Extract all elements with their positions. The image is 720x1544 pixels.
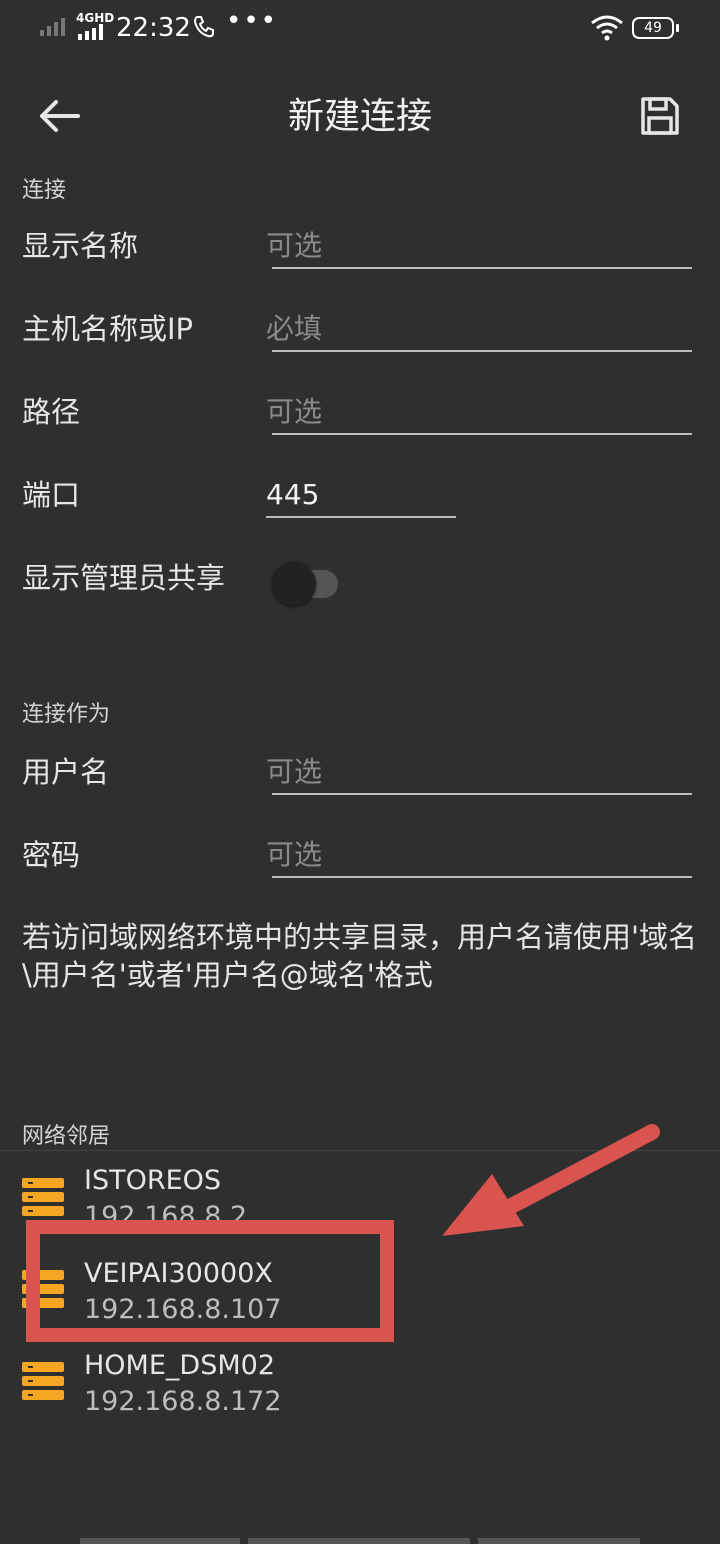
save-icon[interactable] <box>640 96 680 136</box>
nav-bar-segment <box>80 1538 240 1544</box>
server-name: ISTOREOS <box>84 1165 222 1196</box>
server-ip: 192.168.8.172 <box>84 1386 282 1417</box>
display-name-input[interactable]: 可选 <box>266 226 322 266</box>
username-label: 用户名 <box>22 755 110 789</box>
server-name: HOME_DSM02 <box>84 1350 275 1381</box>
host-label: 主机名称或IP <box>22 312 194 346</box>
call-icon <box>193 16 214 38</box>
section-network-neighbors: 网络邻居 <box>22 1124 111 1149</box>
username-underline <box>272 793 692 795</box>
username-format-hint: 若访问域网络环境中的共享目录，用户名请使用'域名\用户名'或者'用户名@域名'格… <box>22 920 697 992</box>
signal-strength-icon <box>40 18 65 36</box>
host-underline <box>272 350 692 352</box>
password-underline <box>272 876 692 878</box>
display-name-underline <box>272 267 692 269</box>
highlight-box-annotation <box>26 1220 394 1342</box>
network-type-label: 4GHD <box>76 11 115 25</box>
battery-icon: 49 <box>632 17 674 39</box>
list-item-home-dsm02[interactable]: HOME_DSM02 192.168.8.172 <box>0 1346 720 1426</box>
server-icon <box>22 1362 64 1400</box>
more-notifications-icon: ••• <box>226 6 279 36</box>
annotation-arrow-icon <box>442 1124 660 1236</box>
path-input[interactable]: 可选 <box>266 392 322 432</box>
path-underline <box>272 433 692 435</box>
status-bar: 4GHD 22:32 ••• 49 <box>0 0 720 56</box>
display-name-label: 显示名称 <box>22 229 139 263</box>
password-input[interactable]: 可选 <box>266 835 322 875</box>
port-underline <box>266 516 456 518</box>
port-input[interactable]: 445 <box>266 475 319 515</box>
password-label: 密码 <box>22 838 81 872</box>
nav-bar-segment <box>478 1538 640 1544</box>
status-time: 22:32 <box>116 13 191 43</box>
show-admin-shares-toggle-knob[interactable] <box>272 562 316 606</box>
wifi-icon <box>591 15 623 41</box>
path-label: 路径 <box>22 395 81 429</box>
page-title: 新建连接 <box>287 96 432 137</box>
show-admin-shares-label: 显示管理员共享 <box>22 561 226 595</box>
username-input[interactable]: 可选 <box>266 752 322 792</box>
server-icon <box>22 1178 64 1216</box>
host-input[interactable]: 必填 <box>266 309 322 349</box>
section-connect-as: 连接作为 <box>22 702 111 727</box>
battery-tip <box>676 24 679 32</box>
section-connection: 连接 <box>22 178 67 203</box>
nav-bar-segment <box>248 1538 470 1544</box>
port-label: 端口 <box>22 478 81 512</box>
signal-strength-icon-2 <box>78 24 103 40</box>
